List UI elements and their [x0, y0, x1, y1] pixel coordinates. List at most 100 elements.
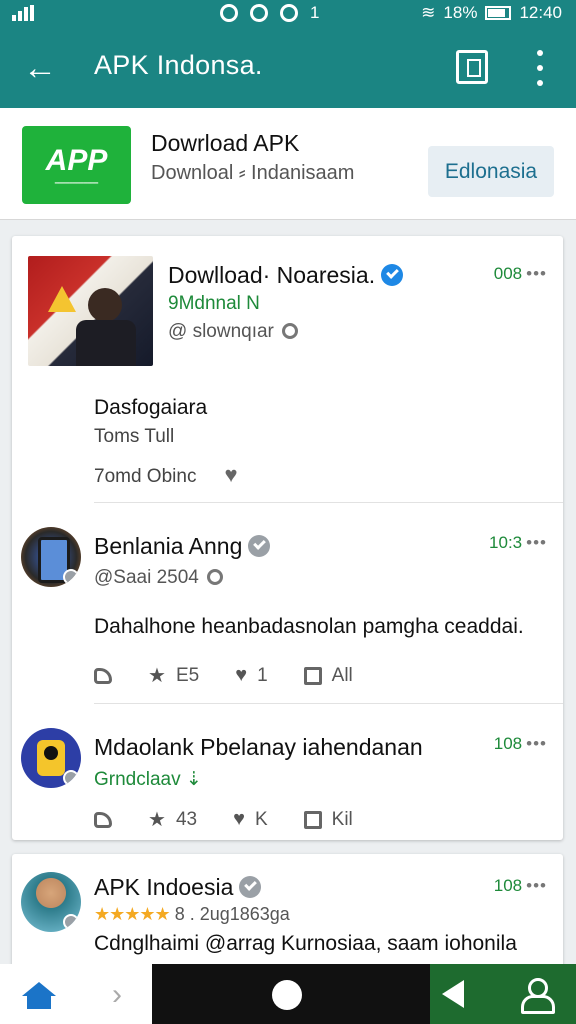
post-time: 108 •••	[494, 876, 547, 896]
favorite-count: 43	[175, 808, 198, 830]
post-body: Dasfogaiara	[94, 396, 208, 419]
clock: 12:40	[519, 3, 562, 22]
app-name: Dowrload APK	[151, 130, 300, 156]
more-horiz-icon[interactable]: •••	[526, 264, 547, 283]
more-horiz-icon[interactable]: •••	[526, 734, 547, 753]
favorite-button[interactable]: ★ 43	[148, 807, 197, 832]
post-author[interactable]: APK Indoesia	[94, 874, 262, 901]
share-label: All	[331, 664, 353, 686]
reply-button[interactable]	[94, 811, 112, 828]
share-button[interactable]: Kil	[303, 808, 353, 831]
status-center: 1	[220, 3, 319, 23]
verified-badge-icon	[63, 770, 79, 786]
post-body: Dahalhone heanbadasnolan pamgha ceaddai.	[94, 615, 524, 638]
post-footer-text: 7omd Obinc	[94, 466, 197, 487]
time-text: 008	[493, 264, 523, 283]
author-name: Benlania Anng	[94, 533, 243, 559]
back-arrow-icon[interactable]: ←	[20, 48, 60, 88]
verified-icon	[381, 264, 404, 286]
time-text: 10:3	[489, 533, 523, 552]
reply-icon	[94, 811, 112, 828]
app-bar: ← APK Indonsa.	[0, 26, 576, 108]
post-actions: ★ E5 ♥ 1 All	[94, 663, 389, 688]
post-actions: ★ 43 ♥ K Kil	[94, 807, 389, 832]
nav-center-icon[interactable]	[272, 980, 302, 1010]
star-icon: ★	[148, 665, 166, 687]
profile-icon[interactable]	[520, 978, 555, 1014]
sync-icon	[250, 4, 268, 22]
verified-badge-icon	[63, 569, 79, 585]
post-author[interactable]: Dowlload· Noaresia.	[168, 262, 404, 289]
handle-text: @ slownqıar	[168, 321, 274, 342]
time-text: 108	[493, 734, 523, 753]
author-name: Dowlload· Noaresia.	[168, 262, 376, 288]
post-author[interactable]: Mdaolank Pbelanay iahendanan	[94, 734, 423, 761]
reply-button[interactable]	[94, 667, 112, 684]
star-icon: ★	[148, 809, 166, 831]
favorite-button[interactable]: ★ E5	[148, 663, 199, 688]
post-handle: 9Mdnnal N	[168, 293, 260, 314]
rating-text: 8 . 2ug1863ga	[174, 904, 290, 924]
post-handle-secondary: @ slownqıar	[168, 321, 298, 343]
app-header: APP ━━━━━━━━━━━━ Dowrload APK Downloal ⸗…	[0, 108, 576, 220]
avatar[interactable]	[21, 872, 81, 932]
page-title: APK Indonsa.	[94, 50, 263, 80]
share-button[interactable]: All	[303, 664, 353, 687]
avatar[interactable]	[21, 527, 81, 587]
time-text: 108	[493, 876, 523, 895]
verified-badge-icon	[63, 914, 79, 930]
rating: ★★★★★ 8 . 2ug1863ga	[94, 904, 290, 925]
wifi-icon: ≋	[421, 3, 436, 22]
alarm-icon	[220, 4, 238, 22]
post-handle: Grndclaav ⇣	[94, 768, 202, 791]
post-item[interactable]: Dowlload· Noaresia. 008 ••• 9Mdnnal N @ s…	[12, 236, 563, 502]
handle-text: @Saai 2504	[94, 567, 199, 588]
post-subline: Toms Tull	[94, 426, 175, 447]
like-count: K	[254, 808, 268, 830]
verified-icon	[239, 876, 262, 898]
like-button[interactable]: ♥ 1	[235, 664, 267, 687]
share-icon	[303, 810, 322, 829]
feed-card: APK Indoesia 108 ••• ★★★★★ 8 . 2ug1863ga …	[12, 854, 563, 974]
post-footer: 7omd Obinc ♥	[94, 462, 238, 488]
favorite-count: E5	[175, 664, 200, 686]
post-time: 108 •••	[494, 734, 547, 754]
share-icon	[303, 666, 322, 685]
handle-text: Grndclaav	[94, 769, 181, 790]
heart-icon: ♥	[233, 808, 245, 830]
post-item[interactable]: APK Indoesia 108 ••• ★★★★★ 8 . 2ug1863ga …	[12, 854, 563, 974]
signal-icon	[12, 5, 34, 21]
app-subtitle: Downloal ⸗ Indanisaam	[151, 162, 355, 184]
video-thumbnail[interactable]	[28, 256, 153, 366]
like-count: 1	[257, 664, 268, 686]
post-time: 10:3 •••	[489, 533, 547, 553]
status-bar: 1 ≋ 18% 12:40	[0, 0, 576, 26]
share-label: Kil	[331, 808, 353, 830]
repost-icon	[206, 569, 223, 585]
bottom-navigation: ›	[0, 964, 576, 1024]
post-item[interactable]: Mdaolank Pbelanay iahendanan 108 ••• Grnd…	[12, 704, 563, 840]
battery-percent: 18%	[443, 3, 478, 22]
like-button[interactable]: ♥ K	[233, 808, 268, 831]
app-logo-text: APP	[45, 143, 108, 177]
more-vert-icon[interactable]	[530, 50, 550, 86]
more-horiz-icon[interactable]: •••	[526, 533, 547, 552]
verified-icon	[248, 535, 271, 557]
app-logo-tagline: ━━━━━━━━━━━━	[54, 180, 99, 187]
avatar[interactable]	[21, 728, 81, 788]
heart-icon[interactable]: ♥	[224, 462, 237, 488]
app-logo: APP ━━━━━━━━━━━━	[22, 126, 131, 204]
battery-icon	[485, 6, 512, 20]
nav-home[interactable]: ›	[0, 964, 152, 1024]
status-center-text: 1	[310, 3, 320, 22]
author-name: APK Indoesia	[94, 874, 234, 900]
more-horiz-icon[interactable]: •••	[526, 876, 547, 895]
post-author[interactable]: Benlania Anng	[94, 533, 271, 560]
back-triangle-icon[interactable]	[442, 980, 464, 1008]
post-time: 008 •••	[494, 264, 547, 284]
bookmark-icon[interactable]	[456, 50, 488, 84]
language-button[interactable]: Edlonasia	[428, 146, 554, 197]
post-item[interactable]: Benlania Anng 10:3 ••• @Saai 2504 Dahalho…	[12, 503, 563, 703]
chevron-right-icon[interactable]: ›	[112, 978, 122, 1012]
download-arrow-icon: ⇣	[180, 769, 202, 790]
